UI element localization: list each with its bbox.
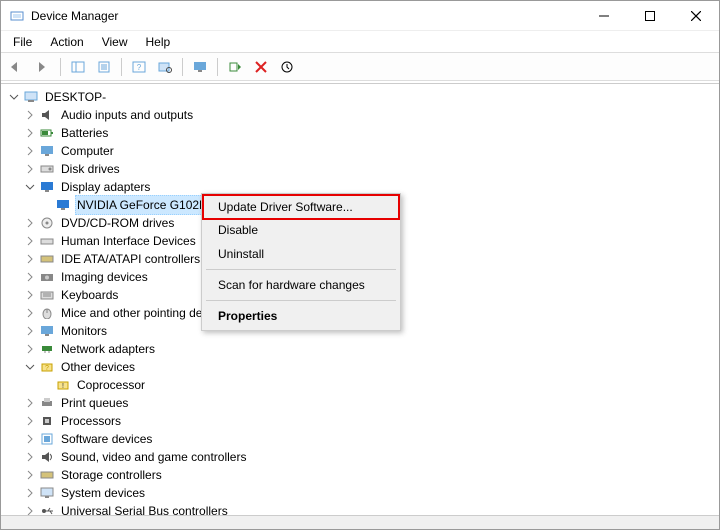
ctx-scan[interactable]: Scan for hardware changes: [204, 273, 398, 297]
tree-node-network[interactable]: Network adapters: [7, 340, 719, 358]
tree-root[interactable]: DESKTOP-: [7, 88, 719, 106]
tree-node-computer[interactable]: Computer: [7, 142, 719, 160]
ctx-properties[interactable]: Properties: [204, 304, 398, 328]
collapse-icon[interactable]: [23, 432, 37, 446]
other-icon: ?: [39, 359, 55, 375]
collapse-icon[interactable]: [23, 252, 37, 266]
warning-icon: !: [55, 377, 71, 393]
svg-text:?: ?: [137, 63, 142, 72]
system-icon: [39, 485, 55, 501]
collapse-icon[interactable]: [23, 162, 37, 176]
collapse-icon[interactable]: [23, 144, 37, 158]
menu-action[interactable]: Action: [42, 33, 91, 51]
scan-hardware-button[interactable]: [153, 56, 177, 78]
computer-icon: [23, 89, 39, 105]
hid-icon: [39, 233, 55, 249]
show-hide-console-button[interactable]: [66, 56, 90, 78]
expand-icon[interactable]: [23, 360, 37, 374]
collapse-icon[interactable]: [23, 324, 37, 338]
menu-file[interactable]: File: [5, 33, 40, 51]
expand-icon[interactable]: [23, 180, 37, 194]
window-title: Device Manager: [31, 9, 118, 23]
tree-node-processors[interactable]: Processors: [7, 412, 719, 430]
toolbar: ?: [1, 53, 719, 81]
ctx-disable[interactable]: Disable: [204, 218, 398, 242]
keyboard-icon: [39, 287, 55, 303]
remove-button[interactable]: [249, 56, 273, 78]
back-button[interactable]: [5, 56, 29, 78]
title-bar: Device Manager: [1, 1, 719, 31]
properties-button[interactable]: [92, 56, 116, 78]
ctx-separator: [206, 300, 396, 301]
menu-help[interactable]: Help: [138, 33, 179, 51]
gpu-icon: [55, 197, 71, 213]
tree-node-system[interactable]: System devices: [7, 484, 719, 502]
ctx-update-driver[interactable]: Update Driver Software...: [202, 194, 400, 220]
forward-button[interactable]: [31, 56, 55, 78]
collapse-icon[interactable]: [23, 108, 37, 122]
tree-node-usb[interactable]: Universal Serial Bus controllers: [7, 502, 719, 515]
printer-icon: [39, 395, 55, 411]
selected-device-label[interactable]: NVIDIA GeForce G102M: [75, 195, 211, 215]
expand-icon[interactable]: [7, 90, 21, 104]
close-button[interactable]: [673, 1, 719, 31]
collapse-icon[interactable]: [23, 216, 37, 230]
tree-node-other[interactable]: ?Other devices: [7, 358, 719, 376]
tree-node-sound[interactable]: Sound, video and game controllers: [7, 448, 719, 466]
tree-node-print[interactable]: Print queues: [7, 394, 719, 412]
collapse-icon[interactable]: [23, 234, 37, 248]
tree-root-label[interactable]: DESKTOP-: [43, 88, 108, 106]
display-icon: [39, 179, 55, 195]
app-icon: [9, 8, 25, 24]
tree-node-audio[interactable]: Audio inputs and outputs: [7, 106, 719, 124]
ctx-separator: [206, 269, 396, 270]
collapse-icon[interactable]: [23, 306, 37, 320]
svg-text:!: !: [62, 383, 64, 390]
collapse-icon[interactable]: [23, 504, 37, 515]
cpu-icon: [39, 413, 55, 429]
collapse-icon[interactable]: [23, 450, 37, 464]
context-menu: Update Driver Software... Disable Uninst…: [201, 193, 401, 331]
collapse-icon[interactable]: [23, 486, 37, 500]
collapse-icon[interactable]: [23, 342, 37, 356]
collapse-icon[interactable]: [23, 270, 37, 284]
device-add-button[interactable]: [223, 56, 247, 78]
ide-icon: [39, 251, 55, 267]
tree-node-storage[interactable]: Storage controllers: [7, 466, 719, 484]
tree-node-software[interactable]: Software devices: [7, 430, 719, 448]
network-icon: [39, 341, 55, 357]
disk-icon: [39, 161, 55, 177]
tree-node-batteries[interactable]: Batteries: [7, 124, 719, 142]
monitor-icon: [39, 323, 55, 339]
collapse-icon[interactable]: [23, 396, 37, 410]
ctx-uninstall[interactable]: Uninstall: [204, 242, 398, 266]
storage-icon: [39, 467, 55, 483]
battery-icon: [39, 125, 55, 141]
maximize-button[interactable]: [627, 1, 673, 31]
collapse-icon[interactable]: [23, 468, 37, 482]
collapse-icon[interactable]: [23, 288, 37, 302]
update-button[interactable]: [275, 56, 299, 78]
mouse-icon: [39, 305, 55, 321]
menu-bar: File Action View Help: [1, 31, 719, 53]
status-bar: [1, 515, 719, 529]
minimize-button[interactable]: [581, 1, 627, 31]
monitor-icon: [39, 143, 55, 159]
disc-icon: [39, 215, 55, 231]
help-icon-button[interactable]: ?: [127, 56, 151, 78]
camera-icon: [39, 269, 55, 285]
menu-view[interactable]: View: [94, 33, 136, 51]
collapse-icon[interactable]: [23, 126, 37, 140]
collapse-icon[interactable]: [23, 414, 37, 428]
usb-icon: [39, 503, 55, 515]
tree-node-coprocessor[interactable]: !Coprocessor: [7, 376, 719, 394]
software-icon: [39, 431, 55, 447]
monitor-icon-button[interactable]: [188, 56, 212, 78]
tree-node-disk[interactable]: Disk drives: [7, 160, 719, 178]
audio-icon: [39, 107, 55, 123]
sound-icon: [39, 449, 55, 465]
svg-text:?: ?: [45, 365, 49, 372]
